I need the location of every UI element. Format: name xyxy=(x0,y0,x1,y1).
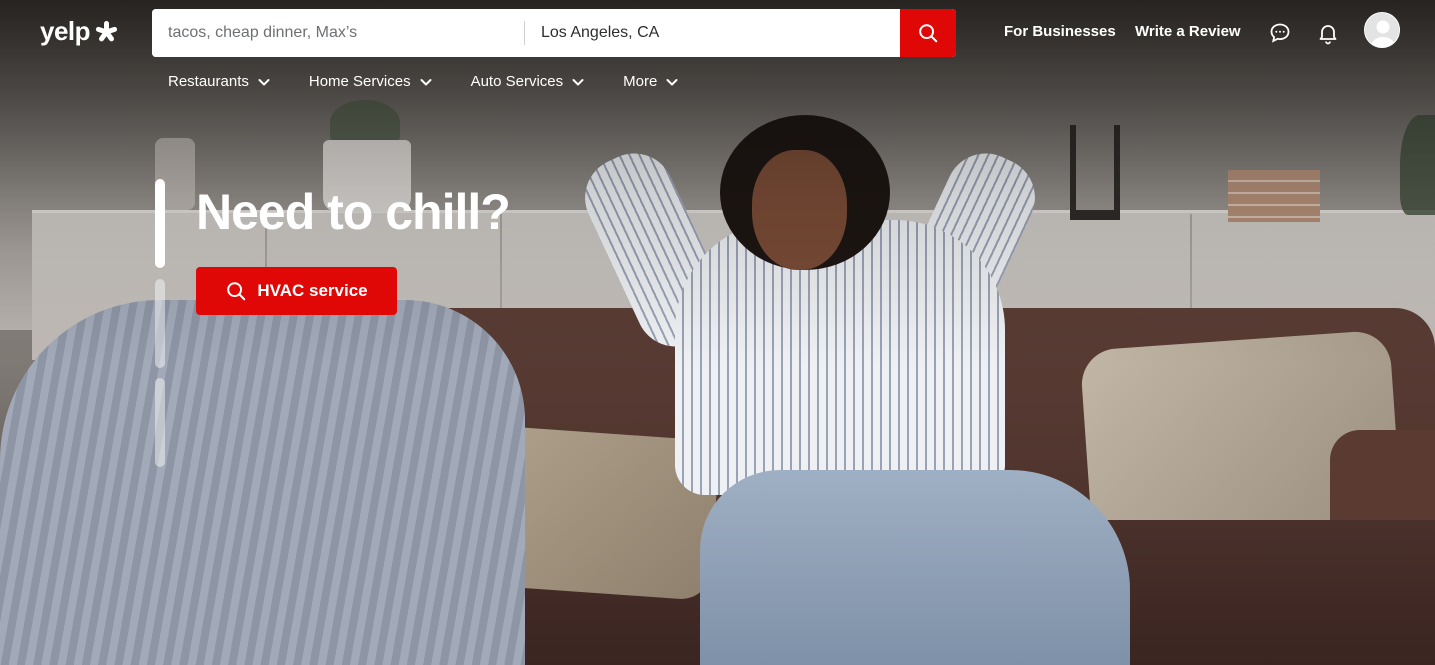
hero-gradient-overlay xyxy=(0,0,1435,665)
yelp-burst-icon xyxy=(95,19,118,45)
search-find-input[interactable] xyxy=(152,9,524,57)
messages-button[interactable] xyxy=(1265,18,1295,48)
yelp-logo[interactable]: yelp xyxy=(40,16,118,47)
hero-background-image xyxy=(0,0,1435,665)
user-avatar-button[interactable] xyxy=(1364,12,1400,48)
notifications-button[interactable] xyxy=(1313,18,1343,48)
nav-item-label: Auto Services xyxy=(470,73,564,90)
carousel-indicator[interactable] xyxy=(155,279,165,368)
carousel-indicator-active[interactable] xyxy=(155,179,165,268)
chevron-down-icon xyxy=(571,75,585,89)
chat-bubble-icon xyxy=(1270,23,1290,43)
nav-item-label: More xyxy=(623,73,658,90)
nav-auto-services[interactable]: Auto Services xyxy=(471,73,586,90)
chevron-down-icon xyxy=(257,75,271,89)
nav-more[interactable]: More xyxy=(623,73,679,90)
write-review-link[interactable]: Write a Review xyxy=(1135,23,1241,40)
carousel-indicator[interactable] xyxy=(155,378,165,467)
chevron-down-icon xyxy=(665,75,679,89)
search-button[interactable] xyxy=(900,9,956,57)
nav-home-services[interactable]: Home Services xyxy=(309,73,433,90)
hero-headline: Need to chill? xyxy=(196,184,511,240)
search-bar xyxy=(152,9,956,57)
nav-item-label: Home Services xyxy=(308,73,411,90)
hero-cta-button[interactable]: HVAC service xyxy=(196,267,397,315)
logo-text: yelp xyxy=(40,16,91,46)
nav-restaurants[interactable]: Restaurants xyxy=(168,73,271,90)
for-businesses-link[interactable]: For Businesses xyxy=(1004,23,1116,40)
search-near-input[interactable] xyxy=(525,9,900,57)
bell-icon xyxy=(1319,25,1337,45)
chevron-down-icon xyxy=(419,75,433,89)
search-icon xyxy=(227,282,246,301)
category-nav: Restaurants Home Services Auto Services … xyxy=(168,73,717,90)
hero-cta-label: HVAC service xyxy=(257,281,368,300)
nav-item-label: Restaurants xyxy=(168,73,249,90)
search-icon xyxy=(919,24,938,43)
